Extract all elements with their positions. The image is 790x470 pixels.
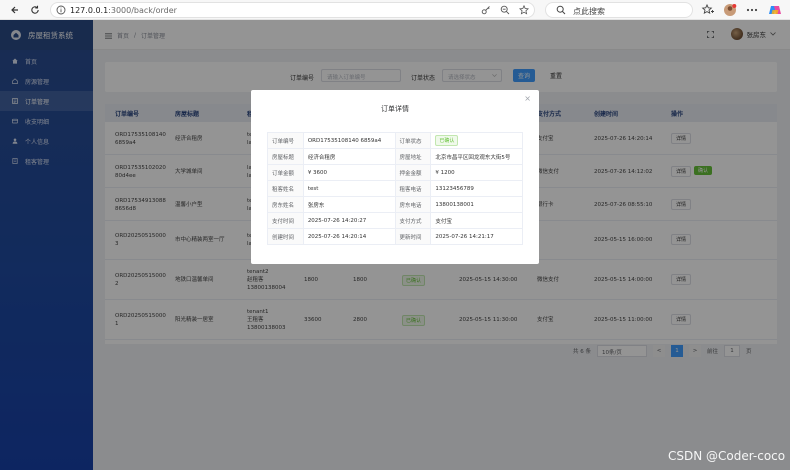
order-amount-value: ¥ 3600	[302, 164, 396, 181]
detail-row: 支付时间 2025-07-26 14:20:27 支付方式 支付宝	[267, 212, 523, 229]
detail-key: 押金金额	[394, 164, 432, 181]
detail-key: 房东姓名	[267, 196, 304, 213]
status-badge: 已确认	[435, 135, 459, 146]
pay-method-value: 支付宝	[430, 212, 523, 229]
detail-key: 房东电话	[394, 196, 432, 213]
detail-row: 租客姓名 test 租客电话 13123456789	[267, 180, 523, 197]
deposit-amount-value: ¥ 1200	[430, 164, 523, 181]
landlord-phone-value: 13800138001	[430, 196, 523, 213]
browser-toolbar: 127.0.0.1:3000/back/order 点此搜索	[0, 0, 790, 20]
tenant-name-value: test	[302, 180, 396, 197]
detail-row: 创建时间 2025-07-26 14:20:14 更新时间 2025-07-26…	[267, 228, 523, 245]
detail-key: 支付时间	[267, 212, 304, 229]
detail-row: 订单编号 ORD17535108140 6859a4 订单状态 已确认	[267, 132, 523, 149]
order-status-value: 已确认	[430, 132, 523, 149]
browser-search-box[interactable]: 点此搜索	[545, 2, 693, 18]
updated-time-value: 2025-07-26 14:21:17	[430, 228, 523, 245]
house-address-value: 北京市昌平区回龙观东大街5号	[430, 148, 523, 165]
menu-icon[interactable]	[745, 3, 759, 17]
watermark: CSDN @Coder-coco	[668, 449, 786, 463]
copilot-icon[interactable]	[768, 3, 782, 17]
landlord-name-value: 张房东	[302, 196, 396, 213]
detail-key: 支付方式	[394, 212, 432, 229]
detail-row: 房东姓名 张房东 房东电话 13800138001	[267, 196, 523, 213]
order-no-value: ORD17535108140 6859a4	[302, 132, 396, 149]
order-detail-dialog: 订单详情 × 订单编号 ORD17535108140 6859a4 订单状态 已…	[251, 90, 539, 264]
house-title-value: 经济合租房	[302, 148, 396, 165]
star-icon[interactable]	[519, 5, 530, 16]
detail-key: 订单金额	[267, 164, 304, 181]
info-icon[interactable]	[56, 5, 67, 16]
detail-key: 房屋标题	[267, 148, 304, 165]
zoom-icon[interactable]	[500, 5, 511, 16]
detail-row: 订单金额 ¥ 3600 押金金额 ¥ 1200	[267, 164, 523, 181]
search-icon	[556, 5, 567, 16]
browser-search-placeholder: 点此搜索	[573, 7, 605, 16]
url-host: 127.0.0.1	[70, 6, 109, 15]
created-time-value: 2025-07-26 14:20:14	[302, 228, 396, 245]
detail-key: 订单编号	[267, 132, 304, 149]
url-path: :3000/back/order	[108, 6, 177, 15]
favorites-icon[interactable]	[701, 3, 715, 17]
dialog-title: 订单详情	[381, 105, 409, 113]
detail-key: 创建时间	[267, 228, 304, 245]
tenant-phone-value: 13123456789	[430, 180, 523, 197]
close-icon[interactable]: ×	[524, 94, 531, 103]
detail-row: 房屋标题 经济合租房 房屋地址 北京市昌平区回龙观东大街5号	[267, 148, 523, 165]
profile-icon[interactable]	[723, 3, 737, 17]
back-icon[interactable]	[8, 3, 22, 17]
detail-key: 租客电话	[394, 180, 432, 197]
order-detail-table: 订单编号 ORD17535108140 6859a4 订单状态 已确认 房屋标题…	[267, 132, 523, 245]
address-bar[interactable]: 127.0.0.1:3000/back/order	[50, 2, 535, 18]
detail-key: 订单状态	[394, 132, 432, 149]
reload-icon[interactable]	[28, 3, 42, 17]
detail-key: 更新时间	[394, 228, 432, 245]
detail-key: 房屋地址	[394, 148, 432, 165]
key-icon[interactable]	[481, 5, 492, 16]
detail-key: 租客姓名	[267, 180, 304, 197]
pay-time-value: 2025-07-26 14:20:27	[302, 212, 396, 229]
